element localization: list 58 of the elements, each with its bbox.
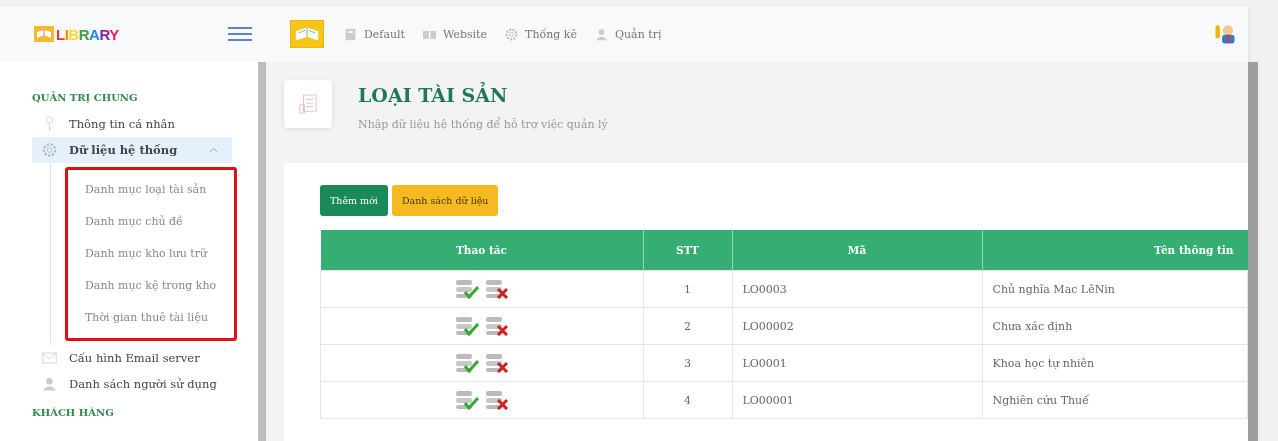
table-cell: LO00001 <box>732 381 982 419</box>
approve-icon[interactable] <box>454 390 479 410</box>
mail-icon <box>42 350 57 366</box>
table-cell: Chưa xác định <box>982 307 1248 345</box>
user-key-icon[interactable] <box>1214 22 1236 46</box>
section-title: QUẢN TRỊ CHUNG <box>32 92 139 103</box>
menu-icon[interactable] <box>226 24 254 44</box>
scrollbar[interactable] <box>258 62 266 441</box>
approve-icon[interactable] <box>454 279 479 299</box>
column-header[interactable]: Thao tác <box>320 230 643 271</box>
logo[interactable]: LIBRARY <box>34 25 192 43</box>
nav-gear-icon <box>505 27 519 41</box>
approve-icon[interactable] <box>454 353 479 373</box>
nav-user-icon <box>595 27 608 41</box>
open-book-icon[interactable] <box>290 20 324 48</box>
nav-link[interactable]: Thống kê <box>505 27 577 41</box>
sidebar-item[interactable]: Thông tin cá nhân <box>32 111 232 137</box>
table-cell: 1 <box>643 270 732 308</box>
sidebar-gear-icon <box>42 142 57 158</box>
nav-link[interactable]: Website <box>423 27 488 41</box>
table-cell: Chủ nghĩa Mac LêNin <box>982 270 1248 308</box>
table-cell: 3 <box>643 344 732 382</box>
nav-link[interactable]: Default <box>344 27 405 41</box>
section-title: KHÁCH HÀNG <box>32 407 115 418</box>
delete-icon[interactable] <box>484 390 509 410</box>
sidebar-item[interactable]: Dữ liệu hệ thống <box>32 137 232 163</box>
submenu-item[interactable]: Thời gian thuê tài liệu <box>68 302 234 334</box>
list-button[interactable]: Danh sách dữ liệu <box>391 185 499 216</box>
page-title: LOẠI TÀI SẢN <box>358 84 509 106</box>
approve-icon[interactable] <box>454 316 479 336</box>
delete-icon[interactable] <box>484 316 509 336</box>
table-cell: 2 <box>643 307 732 345</box>
submenu-item[interactable]: Danh mục kho lưu trữ <box>68 238 234 270</box>
logo-text: LIBRARY <box>56 25 119 43</box>
table-cell: LO0001 <box>732 344 982 382</box>
book-logo-icon <box>34 26 54 42</box>
add-button[interactable]: Thêm mới <box>320 185 388 216</box>
table-cell: Nghiên cứu Thuế <box>982 381 1248 419</box>
submenu-item[interactable]: Danh mục chủ đề <box>68 206 234 238</box>
page-subtitle: Nhập dữ liệu hệ thống để hỗ trợ việc quản lý <box>358 118 608 131</box>
delete-icon[interactable] <box>484 279 509 299</box>
sidebar-item[interactable]: Cấu hình Email server <box>32 345 232 371</box>
delete-icon[interactable] <box>484 353 509 373</box>
table-cell: LO00002 <box>732 307 982 345</box>
table-cell: Khoa học tự nhiên <box>982 344 1248 382</box>
submenu-item[interactable]: Danh mục loại tài sản <box>68 174 234 206</box>
table-cell: 4 <box>643 381 732 419</box>
document-icon <box>299 93 317 115</box>
sidebar-user-icon <box>42 376 57 392</box>
scrollbar[interactable] <box>1248 62 1258 441</box>
submenu-item[interactable]: Danh mục kệ trong kho <box>68 270 234 302</box>
page-icon <box>344 27 357 41</box>
column-header[interactable]: STT <box>643 230 732 271</box>
sidebar-item[interactable]: Danh sách người sử dụng <box>32 371 232 397</box>
nav-link[interactable]: Quản trị <box>595 27 662 41</box>
table-cell: LO0003 <box>732 270 982 308</box>
column-header[interactable]: Mã <box>732 230 982 271</box>
column-header[interactable]: Tên thông tin <box>982 230 1248 271</box>
